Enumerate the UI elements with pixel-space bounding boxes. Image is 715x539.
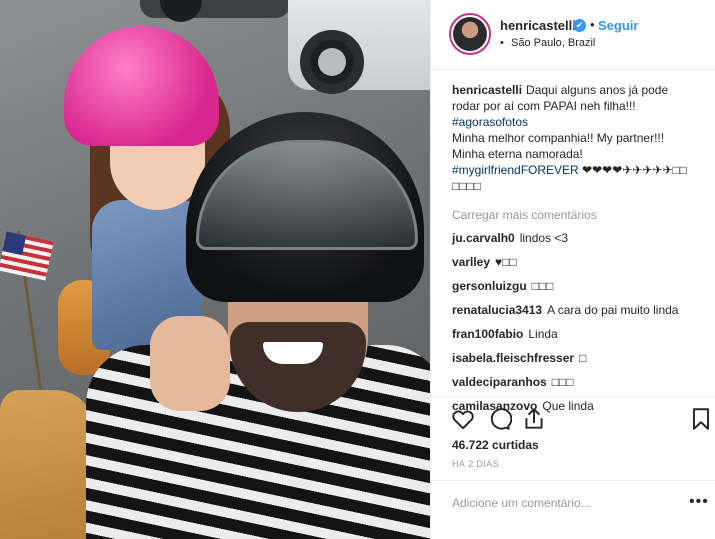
comment-username[interactable]: varlley	[452, 255, 490, 269]
heart-icon[interactable]	[450, 406, 476, 432]
comments-list: henricastelli Daqui alguns anos já pode r…	[452, 82, 712, 414]
bookmark-icon[interactable]	[688, 406, 714, 432]
caption-text: rodar por aí com PAPAI neh filha!!!	[452, 99, 636, 113]
comment-item: renatalucia3413 A cara do pai muito linda	[452, 302, 712, 318]
comment-text: □□□	[531, 279, 554, 293]
post-timestamp[interactable]: HÁ 2 DIAS	[452, 459, 499, 469]
comment-text: lindos <3	[519, 231, 569, 245]
post-actions: 46.722 curtidas HÁ 2 DIAS •••	[431, 396, 715, 536]
caption-emojis: □□□□	[452, 179, 481, 193]
comment-item: isabela.fleischfresser □	[452, 350, 712, 366]
comment-item: fran100fabio Linda	[452, 326, 712, 342]
caption-text: Daqui alguns anos já pode	[526, 83, 669, 97]
background-car-wheel	[300, 30, 364, 94]
comment-username[interactable]: gersonluizgu	[452, 279, 527, 293]
comment-username[interactable]: renatalucia3413	[452, 303, 542, 317]
hashtag-link[interactable]: #agorasofotos	[452, 114, 712, 130]
comment-text: ♥□□	[495, 255, 517, 269]
comment-item: valdeciparanhos □□□	[452, 374, 712, 390]
comment-icon[interactable]	[486, 406, 513, 432]
load-more-comments-button[interactable]: Carregar mais comentários	[452, 208, 712, 222]
avatar[interactable]	[449, 13, 491, 55]
share-icon[interactable]	[521, 406, 547, 432]
comment-text: □□□	[551, 375, 574, 389]
girl-arm	[150, 316, 230, 411]
separator-dot: •	[590, 17, 595, 32]
caption-text: Minha eterna namorada!	[452, 147, 583, 161]
likes-count[interactable]: 46.722 curtidas	[452, 438, 539, 452]
comment-username[interactable]: isabela.fleischfresser	[452, 351, 574, 365]
post-caption: henricastelli Daqui alguns anos já pode r…	[452, 82, 712, 194]
caption-username[interactable]: henricastelli	[452, 83, 522, 97]
post-photo[interactable]	[0, 0, 430, 539]
avatar-image	[453, 17, 487, 51]
comment-item: ju.carvalh0 lindos <3	[452, 230, 712, 246]
post-side-panel: henricastelli ✔ • Seguir • São Paulo, Br…	[430, 0, 715, 539]
comment-item: gersonluizgu □□□	[452, 278, 712, 294]
follow-button[interactable]: Seguir	[598, 18, 638, 33]
verified-icon: ✔	[573, 19, 586, 32]
comment-username[interactable]: valdeciparanhos	[452, 375, 547, 389]
scooter-body	[0, 390, 95, 539]
more-options-button[interactable]: •••	[689, 493, 709, 511]
caption-emojis: ❤❤❤❤✈✈✈✈✈□□	[578, 163, 688, 177]
comment-input[interactable]	[452, 493, 672, 513]
comment-text: □	[579, 351, 587, 365]
comment-text: Linda	[528, 327, 558, 341]
man-smile	[263, 342, 323, 364]
location-dot: •	[500, 37, 504, 49]
hashtag-link[interactable]: #mygirlfriendFOREVER	[452, 163, 579, 177]
post-header: henricastelli ✔ • Seguir • São Paulo, Br…	[431, 0, 715, 70]
comment-text: A cara do pai muito linda	[547, 303, 679, 317]
comment-username[interactable]: ju.carvalh0	[452, 231, 515, 245]
caption-text: Minha melhor companhia!! My partner!!!	[452, 131, 665, 145]
add-comment-bar: •••	[431, 480, 715, 536]
location-link[interactable]: São Paulo, Brazil	[511, 37, 595, 49]
header-username[interactable]: henricastelli	[500, 18, 576, 33]
comment-item: varlley ♥□□	[452, 254, 712, 270]
comment-username[interactable]: fran100fabio	[452, 327, 523, 341]
